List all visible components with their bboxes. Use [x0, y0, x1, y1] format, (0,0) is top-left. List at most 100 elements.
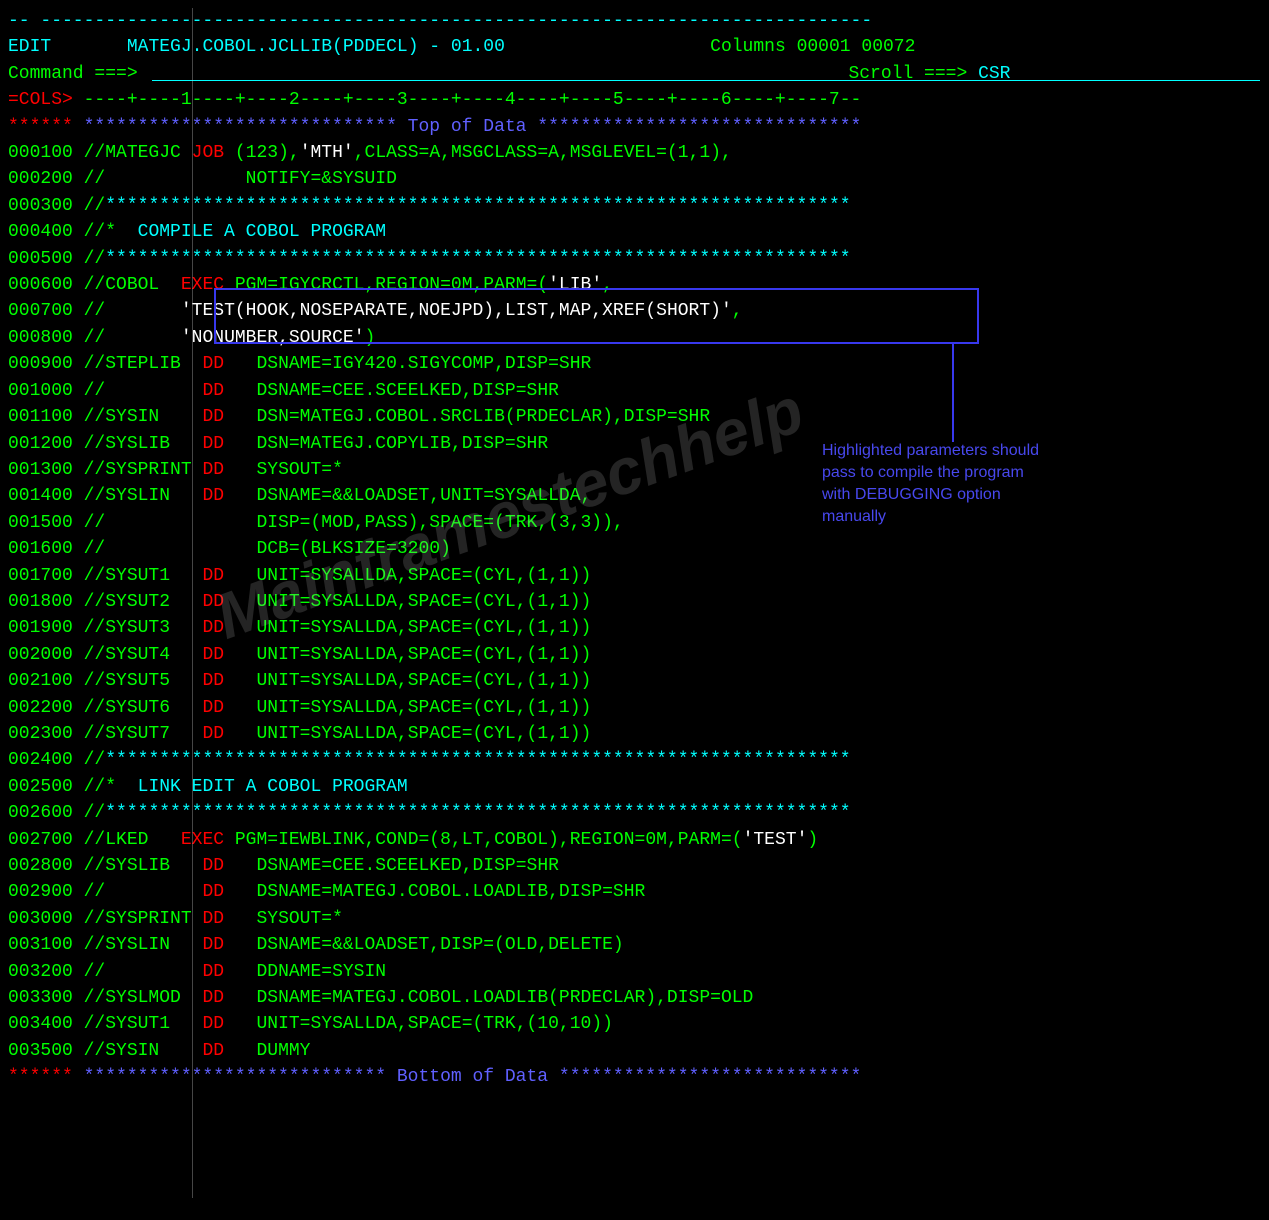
jcl-comment-stars: ****************************************…	[105, 249, 850, 269]
line-number[interactable]: 003000	[8, 909, 73, 929]
line-number[interactable]: 001500	[8, 513, 73, 533]
code-line[interactable]: 000300 //*******************************…	[8, 193, 1261, 219]
line-number[interactable]: 001600	[8, 539, 73, 559]
code-line[interactable]: 002300 //SYSUT7 DD UNIT=SYSALLDA,SPACE=(…	[8, 721, 1261, 747]
jcl-rest: PGM=IGYCRCTL,REGION=0M,PARM=	[235, 275, 537, 295]
editor-body[interactable]: 000100 //MATEGJC JOB (123),'MTH',CLASS=A…	[8, 140, 1261, 1064]
code-line[interactable]: 002500 //* LINK EDIT A COBOL PROGRAM	[8, 774, 1261, 800]
code-line[interactable]: 002600 //*******************************…	[8, 800, 1261, 826]
jcl-comment-stars: ****************************************…	[105, 750, 850, 770]
code-line[interactable]: 000400 //* COMPILE A COBOL PROGRAM	[8, 219, 1261, 245]
code-line[interactable]: 000700 // 'TEST(HOOK,NOSEPARATE,NOEJPD),…	[8, 298, 1261, 324]
line-number[interactable]: 001900	[8, 618, 73, 638]
jcl-rest: DDNAME=SYSIN	[256, 962, 386, 982]
code-line[interactable]: 003500 //SYSIN DD DUMMY	[8, 1038, 1261, 1064]
code-line[interactable]: 003200 // DD DDNAME=SYSIN	[8, 959, 1261, 985]
line-number[interactable]: 000800	[8, 328, 73, 348]
code-line[interactable]: 001400 //SYSLIN DD DSNAME=&&LOADSET,UNIT…	[8, 483, 1261, 509]
code-line[interactable]: 001600 // DCB=(BLKSIZE=3200)	[8, 536, 1261, 562]
code-line[interactable]: 002800 //SYSLIB DD DSNAME=CEE.SCEELKED,D…	[8, 853, 1261, 879]
jcl-rest: DSN=MATEGJ.COPYLIB,DISP=SHR	[256, 434, 548, 454]
line-number[interactable]: 003200	[8, 962, 73, 982]
line-number[interactable]: 001400	[8, 486, 73, 506]
cols-label: =COLS>	[8, 90, 73, 110]
line-number[interactable]: 002900	[8, 882, 73, 902]
jcl-literal: 'NONUMBER,SOURCE'	[181, 328, 365, 348]
code-line[interactable]: 002700 //LKED EXEC PGM=IEWBLINK,COND=(8,…	[8, 827, 1261, 853]
jcl-dd: //SYSUT7	[84, 724, 203, 744]
jcl-comment-text: LINK EDIT A COBOL PROGRAM	[138, 777, 408, 797]
code-line[interactable]: 001900 //SYSUT3 DD UNIT=SYSALLDA,SPACE=(…	[8, 615, 1261, 641]
jcl-dd: //SYSUT4	[84, 645, 203, 665]
code-line[interactable]: 000500 //*******************************…	[8, 246, 1261, 272]
line-number[interactable]: 001200	[8, 434, 73, 454]
jcl-keyword: EXEC	[181, 275, 235, 295]
code-line[interactable]: 003400 //SYSUT1 DD UNIT=SYSALLDA,SPACE=(…	[8, 1011, 1261, 1037]
jcl-keyword: DD	[202, 381, 256, 401]
code-line[interactable]: 001000 // DD DSNAME=CEE.SCEELKED,DISP=SH…	[8, 378, 1261, 404]
line-number[interactable]: 000500	[8, 249, 73, 269]
line-number[interactable]: 000400	[8, 222, 73, 242]
line-number[interactable]: 000200	[8, 169, 73, 189]
code-line[interactable]: 000200 // NOTIFY=&SYSUID	[8, 166, 1261, 192]
line-number[interactable]: 001100	[8, 407, 73, 427]
line-number[interactable]: 002500	[8, 777, 73, 797]
code-line[interactable]: 003300 //SYSLMOD DD DSNAME=MATEGJ.COBOL.…	[8, 985, 1261, 1011]
jcl-rest: NOTIFY=&SYSUID	[246, 169, 397, 189]
line-number[interactable]: 002400	[8, 750, 73, 770]
line-number[interactable]: 001700	[8, 566, 73, 586]
line-number[interactable]: 003300	[8, 988, 73, 1008]
code-line[interactable]: 002200 //SYSUT6 DD UNIT=SYSALLDA,SPACE=(…	[8, 695, 1261, 721]
jcl-rest: DISP=(MOD,PASS),SPACE=(TRK,(3,3)),	[256, 513, 623, 533]
code-line[interactable]: 000100 //MATEGJC JOB (123),'MTH',CLASS=A…	[8, 140, 1261, 166]
line-number[interactable]: 001800	[8, 592, 73, 612]
code-line[interactable]: 001800 //SYSUT2 DD UNIT=SYSALLDA,SPACE=(…	[8, 589, 1261, 615]
line-number[interactable]: 002700	[8, 830, 73, 850]
code-line[interactable]: 001200 //SYSLIB DD DSN=MATEGJ.COPYLIB,DI…	[8, 431, 1261, 457]
line-number[interactable]: 000100	[8, 143, 73, 163]
code-line[interactable]: 002900 // DD DSNAME=MATEGJ.COBOL.LOADLIB…	[8, 879, 1261, 905]
jcl-rest: UNIT=SYSALLDA,SPACE=(CYL,(1,1))	[256, 671, 591, 691]
line-number[interactable]: 000900	[8, 354, 73, 374]
code-line[interactable]: 003100 //SYSLIN DD DSNAME=&&LOADSET,DISP…	[8, 932, 1261, 958]
edit-label: EDIT	[8, 37, 51, 57]
line-number[interactable]: 002200	[8, 698, 73, 718]
line-number[interactable]: 002800	[8, 856, 73, 876]
code-line[interactable]: 002000 //SYSUT4 DD UNIT=SYSALLDA,SPACE=(…	[8, 642, 1261, 668]
jcl-keyword: JOB	[192, 143, 235, 163]
code-line[interactable]: 000600 //COBOL EXEC PGM=IGYCRCTL,REGION=…	[8, 272, 1261, 298]
jcl-dd: //SYSUT1	[84, 1014, 203, 1034]
jcl-literal: 'LIB'	[548, 275, 602, 295]
code-line[interactable]: 002400 //*******************************…	[8, 747, 1261, 773]
line-number[interactable]: 000600	[8, 275, 73, 295]
command-label: Command ===>	[8, 64, 138, 84]
code-line[interactable]: 001100 //SYSIN DD DSN=MATEGJ.COBOL.SRCLI…	[8, 404, 1261, 430]
line-number[interactable]: 000300	[8, 196, 73, 216]
scroll-value[interactable]: CSR	[978, 64, 1010, 84]
line-number[interactable]: 002600	[8, 803, 73, 823]
jcl-paren: ,	[354, 143, 365, 163]
line-number[interactable]: 003500	[8, 1041, 73, 1061]
line-number[interactable]: 001000	[8, 381, 73, 401]
jcl-dd: //	[84, 882, 203, 902]
code-line[interactable]: 001700 //SYSUT1 DD UNIT=SYSALLDA,SPACE=(…	[8, 563, 1261, 589]
code-line[interactable]: 000800 // 'NONUMBER,SOURCE')	[8, 325, 1261, 351]
command-input[interactable]	[148, 64, 848, 84]
jcl-rest: DSNAME=CEE.SCEELKED,DISP=SHR	[256, 856, 558, 876]
jcl-rest: UNIT=SYSALLDA,SPACE=(CYL,(1,1))	[256, 724, 591, 744]
code-line[interactable]: 003000 //SYSPRINT DD SYSOUT=*	[8, 906, 1261, 932]
code-line[interactable]: 001500 // DISP=(MOD,PASS),SPACE=(TRK,(3,…	[8, 510, 1261, 536]
line-number[interactable]: 003400	[8, 1014, 73, 1034]
line-number[interactable]: 003100	[8, 935, 73, 955]
line-number[interactable]: 002100	[8, 671, 73, 691]
code-line[interactable]: 001300 //SYSPRINT DD SYSOUT=*	[8, 457, 1261, 483]
code-line[interactable]: 002100 //SYSUT5 DD UNIT=SYSALLDA,SPACE=(…	[8, 668, 1261, 694]
jcl-dd: //SYSIN	[84, 1041, 203, 1061]
line-number[interactable]: 002300	[8, 724, 73, 744]
line-number[interactable]: 000700	[8, 301, 73, 321]
line-number[interactable]: 001300	[8, 460, 73, 480]
line-number[interactable]: 002000	[8, 645, 73, 665]
jcl-rest: DSNAME=MATEGJ.COBOL.LOADLIB(PRDECLAR),DI…	[256, 988, 753, 1008]
code-line[interactable]: 000900 //STEPLIB DD DSNAME=IGY420.SIGYCO…	[8, 351, 1261, 377]
bot-stars-left: ******	[8, 1067, 73, 1087]
